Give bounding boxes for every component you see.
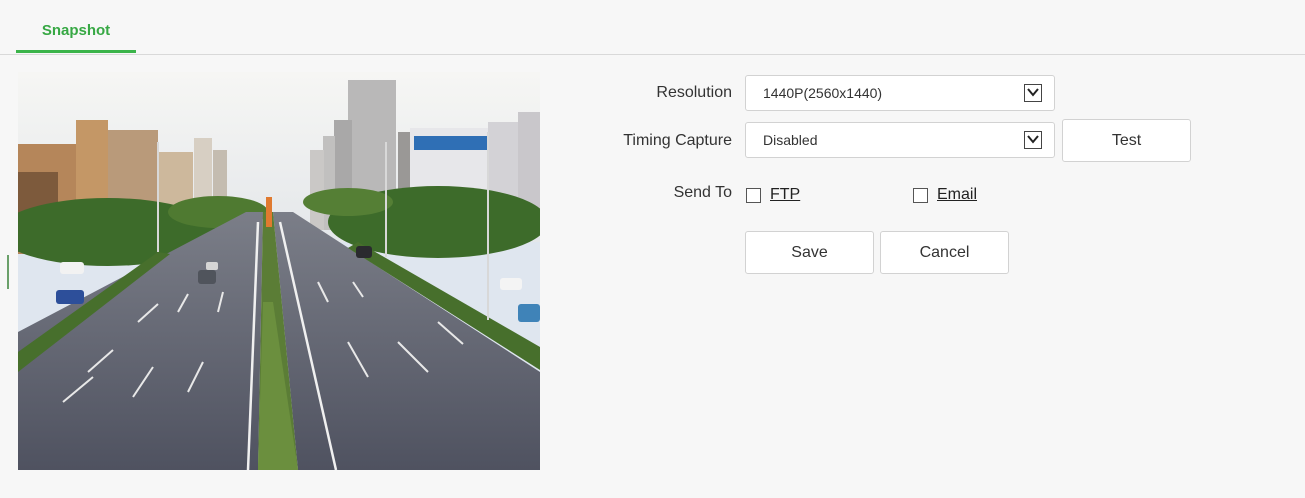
ftp-checkbox[interactable] [746, 188, 761, 203]
chevron-down-icon[interactable] [1024, 84, 1042, 102]
side-marker [7, 255, 9, 289]
timing-capture-label: Timing Capture [623, 132, 732, 149]
test-button[interactable]: Test [1062, 119, 1191, 162]
resolution-value: 1440P(2560x1440) [763, 85, 883, 101]
timing-capture-select[interactable]: Disabled [745, 122, 1055, 158]
cancel-button[interactable]: Cancel [880, 231, 1009, 274]
email-checkbox[interactable] [913, 188, 928, 203]
snapshot-settings-page: Snapshot Resolution 1440P(2560x1440) Tim… [0, 0, 1305, 498]
resolution-label: Resolution [656, 84, 732, 101]
resolution-select[interactable]: 1440P(2560x1440) [745, 75, 1055, 111]
send-to-label: Send To [673, 184, 732, 201]
ftp-label[interactable]: FTP [770, 186, 800, 204]
tab-snapshot[interactable]: Snapshot [16, 20, 136, 53]
save-button[interactable]: Save [745, 231, 874, 274]
timing-capture-value: Disabled [763, 132, 818, 148]
email-label[interactable]: Email [937, 186, 977, 204]
chevron-down-icon[interactable] [1024, 131, 1042, 149]
snapshot-preview-image [18, 72, 540, 470]
tab-bar: Snapshot [0, 0, 1305, 55]
